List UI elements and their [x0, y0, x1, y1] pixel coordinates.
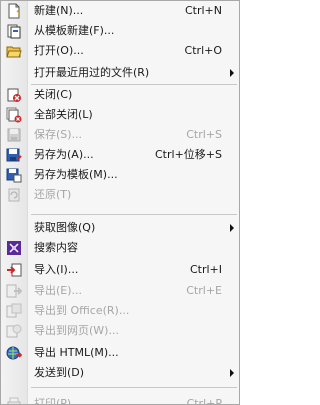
menu-label-save: 保存(S)... — [34, 128, 83, 141]
menu-item-acquire-image[interactable]: 获取图像(Q) — [1, 218, 239, 238]
file-menu: 新建(N)... Ctrl+N 从模板新建(F)... 打开(O)... Ctr… — [0, 0, 240, 405]
menu-item-import[interactable]: 导入(I)... Ctrl+I — [1, 260, 239, 280]
shortcut-import: Ctrl+I — [189, 263, 222, 276]
menu-label-close-all: 全部关闭(L) — [34, 108, 93, 121]
menu-item-open-recent[interactable]: 打开最近用过的文件(R) — [1, 63, 239, 83]
submenu-arrow-icon — [230, 224, 234, 232]
submenu-arrow-icon — [230, 69, 234, 77]
menu-item-print: 打印(P)... Ctrl+P — [1, 394, 239, 405]
menu-item-send-to[interactable]: 发送到(D) — [1, 363, 239, 383]
menu-label-open-recent: 打开最近用过的文件(R) — [34, 66, 150, 79]
menu-item-revert: 还原(T) — [1, 185, 239, 205]
shortcut-new: Ctrl+N — [184, 4, 222, 17]
search-content-icon — [6, 240, 22, 256]
menu-item-export-web: 导出到网页(W)... — [1, 321, 239, 341]
menu-label-close: 关闭(C) — [34, 88, 73, 101]
menu-item-export: 导出(E)... Ctrl+E — [1, 281, 239, 301]
separator — [31, 387, 237, 388]
menu-item-new[interactable]: 新建(N)... Ctrl+N — [1, 1, 239, 21]
menu-label-save-as: 另存为(A)... — [34, 148, 94, 161]
save-template-icon — [6, 167, 22, 183]
shortcut-print: Ctrl+P — [186, 397, 222, 405]
menu-label-acquire-image: 获取图像(Q) — [34, 221, 96, 234]
menu-label-new: 新建(N)... — [34, 4, 84, 17]
menu-item-save-as[interactable]: 另存为(A)... Ctrl+位移+S — [1, 145, 239, 165]
shortcut-open: Ctrl+O — [184, 44, 222, 57]
menu-label-send-to: 发送到(D) — [34, 366, 85, 379]
export-icon — [6, 283, 22, 299]
import-icon — [6, 262, 22, 278]
new-document-icon — [6, 3, 22, 19]
shortcut-save-as: Ctrl+位移+S — [155, 148, 222, 161]
menu-item-search-content[interactable]: 搜索内容 — [1, 238, 239, 258]
menu-item-close[interactable]: 关闭(C) — [1, 85, 239, 105]
print-icon — [6, 396, 22, 404]
save-icon — [6, 127, 22, 143]
menu-label-print: 打印(P)... — [34, 397, 82, 405]
menu-label-export-html: 导出 HTML(M)... — [34, 346, 119, 359]
menu-label-new-from-template: 从模板新建(F)... — [34, 24, 115, 37]
menu-item-close-all[interactable]: 全部关闭(L) — [1, 105, 239, 125]
menu-item-export-office: 导出到 Office(R)... — [1, 301, 239, 321]
export-web-icon — [6, 323, 22, 339]
menu-label-save-as-template: 另存为模板(M)... — [34, 168, 118, 181]
menu-label-export: 导出(E)... — [34, 284, 83, 297]
menu-label-import: 导入(I)... — [34, 263, 79, 276]
menu-label-search-content: 搜索内容 — [34, 241, 78, 254]
menu-item-open[interactable]: 打开(O)... Ctrl+O — [1, 41, 239, 61]
shortcut-save: Ctrl+S — [186, 128, 222, 141]
close-document-icon — [6, 87, 22, 103]
menu-item-export-html[interactable]: 导出 HTML(M)... — [1, 343, 239, 363]
open-folder-icon — [6, 43, 22, 59]
menu-label-export-office: 导出到 Office(R)... — [34, 304, 130, 317]
menu-label-open: 打开(O)... — [34, 44, 84, 57]
export-office-icon — [6, 303, 22, 319]
separator — [31, 214, 237, 215]
save-as-icon — [6, 147, 22, 163]
menu-label-revert: 还原(T) — [34, 188, 72, 201]
menu-item-new-from-template[interactable]: 从模板新建(F)... — [1, 21, 239, 41]
template-icon — [6, 23, 22, 39]
submenu-arrow-icon — [230, 369, 234, 377]
revert-icon — [6, 187, 22, 203]
menu-item-save-as-template[interactable]: 另存为模板(M)... — [1, 165, 239, 185]
menu-item-save: 保存(S)... Ctrl+S — [1, 125, 239, 145]
shortcut-export: Ctrl+E — [186, 284, 222, 297]
export-html-icon — [6, 345, 22, 361]
menu-label-export-web: 导出到网页(W)... — [34, 324, 119, 337]
close-all-icon — [6, 107, 22, 123]
